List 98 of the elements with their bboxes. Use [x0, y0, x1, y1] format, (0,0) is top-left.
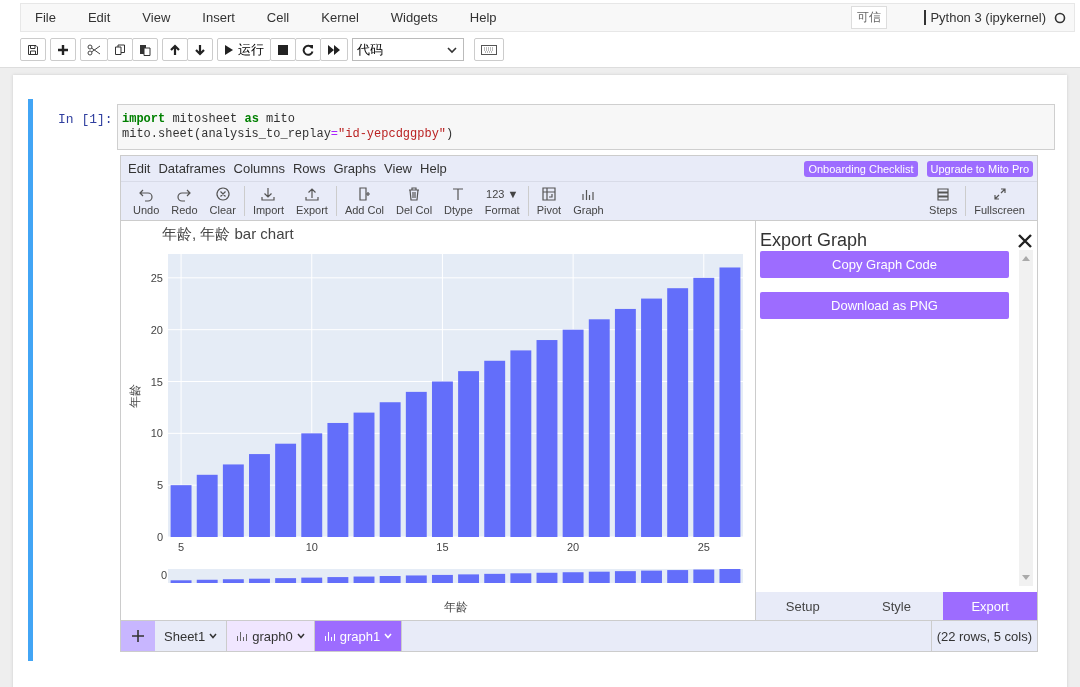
- range-slider[interactable]: [168, 569, 743, 583]
- menu-item[interactable]: Rows: [292, 161, 326, 176]
- table-icon: [540, 186, 557, 202]
- y-tick-label: 0: [156, 531, 163, 543]
- run-button[interactable]: 运行: [217, 38, 271, 61]
- x-tick-label: 15: [436, 541, 449, 553]
- kernel-status-icon: [1054, 11, 1066, 24]
- range-slider-label: 0: [160, 569, 167, 581]
- save-button[interactable]: [20, 38, 46, 61]
- add-column-icon: [356, 186, 373, 202]
- fast-forward-icon: [327, 43, 341, 56]
- menu-item[interactable]: Help: [469, 10, 497, 25]
- trusted-indicator[interactable]: 可信: [851, 6, 888, 29]
- code-line: mito.sheet(analysis_to_replay="id-yepcdggpby"): [122, 127, 455, 142]
- upload-icon: [303, 186, 320, 202]
- menu-item[interactable]: File: [35, 10, 56, 25]
- cell-type-select[interactable]: 代码: [352, 38, 464, 61]
- x-tick-label: 20: [567, 541, 580, 553]
- plus-icon: [57, 43, 69, 56]
- panel-tab[interactable]: Style: [849, 592, 944, 620]
- stack-icon: [935, 186, 952, 202]
- toolbar-button[interactable]: Redo: [165, 186, 204, 216]
- cut-button[interactable]: [80, 38, 108, 61]
- toolbar-button[interactable]: Dtype: [438, 186, 479, 216]
- menu-item[interactable]: Columns: [233, 161, 285, 176]
- code-line: import mitosheet as mito: [122, 112, 296, 127]
- toolbar-button[interactable]: Clear: [203, 186, 242, 216]
- x-tick-label: 5: [178, 541, 185, 553]
- menu-item[interactable]: Edit: [87, 10, 111, 25]
- menu-item[interactable]: Graphs: [333, 161, 377, 176]
- play-icon: [224, 43, 234, 56]
- copy-icon: [114, 43, 126, 56]
- x-axis-title: 年龄: [443, 600, 468, 614]
- save-icon: [27, 43, 39, 56]
- toolbar-button[interactable]: Del Col: [390, 186, 439, 216]
- caret-icon: [209, 633, 218, 639]
- stop-icon: [277, 43, 289, 56]
- caret-icon: [384, 633, 393, 639]
- stop-button[interactable]: [270, 38, 296, 61]
- refresh-icon: [302, 43, 314, 56]
- panel-tab[interactable]: Setup: [756, 592, 850, 620]
- panel-title: Export Graph: [760, 230, 868, 251]
- y-axis-title: 年龄: [128, 384, 142, 408]
- menu-item[interactable]: Edit: [128, 161, 151, 176]
- paste-icon: [139, 43, 151, 56]
- input-prompt: In [1]:: [57, 111, 114, 129]
- fast-forward-button[interactable]: [320, 38, 348, 61]
- menu-item[interactable]: View: [142, 10, 171, 25]
- x-tick-label: 25: [697, 541, 710, 553]
- toolbar-button[interactable]: Steps: [923, 186, 964, 216]
- restart-button[interactable]: [295, 38, 321, 61]
- bar-chart-icon: [323, 630, 336, 642]
- add-button[interactable]: [50, 38, 76, 61]
- move-up-button[interactable]: [162, 38, 188, 61]
- keyboard-icon: [481, 44, 497, 55]
- x-tick-label: 10: [305, 541, 318, 553]
- sheet-tab[interactable]: graph0: [227, 621, 315, 651]
- toolbar-button[interactable]: Add Col: [338, 186, 390, 216]
- download-icon: [260, 186, 277, 202]
- menu-item[interactable]: Help: [420, 161, 447, 176]
- toolbar-button[interactable]: Fullscreen: [968, 186, 1031, 216]
- menu-item[interactable]: Cell: [266, 10, 290, 25]
- toolbar-button[interactable]: Undo: [127, 186, 166, 216]
- toolbar-button[interactable]: 123 ▼ Format: [478, 186, 526, 216]
- arrow-down-icon: [194, 43, 206, 56]
- menu-item[interactable]: Dataframes: [158, 161, 226, 176]
- kernel-name: Python 3 (ipykernel): [924, 10, 1046, 25]
- toolbar-button[interactable]: Pivot: [530, 186, 568, 216]
- paste-button[interactable]: [132, 38, 158, 61]
- toolbar-button[interactable]: Export: [290, 186, 334, 216]
- menu-item[interactable]: Insert: [202, 10, 235, 25]
- menu-item[interactable]: View: [384, 161, 412, 176]
- add-sheet-button[interactable]: [121, 621, 155, 651]
- scissors-icon: [87, 43, 101, 56]
- close-icon[interactable]: [1017, 232, 1033, 249]
- expand-icon: [991, 186, 1008, 202]
- toolbar-button[interactable]: Import: [246, 186, 291, 216]
- y-tick-label: 25: [150, 271, 163, 284]
- menu-item[interactable]: Kernel: [321, 10, 359, 25]
- keyboard-button[interactable]: [474, 38, 504, 61]
- arrow-up-icon: [169, 43, 181, 56]
- toolbar-button[interactable]: Graph: [567, 186, 610, 216]
- plus-icon: [131, 629, 145, 643]
- y-tick-label: 20: [150, 323, 163, 336]
- y-tick-label: 5: [156, 479, 163, 492]
- copy-button[interactable]: [107, 38, 133, 61]
- move-down-button[interactable]: [187, 38, 213, 61]
- bar: [170, 485, 192, 537]
- y-tick-label: 15: [150, 375, 163, 388]
- menu-item[interactable]: Widgets: [390, 10, 438, 25]
- code-editor[interactable]: import mitosheet as mito mito.sheet(analysis_to_replay="id-yepcdggpby"): [117, 104, 1055, 150]
- caret-icon: [296, 633, 305, 639]
- y-tick-label: 10: [150, 427, 163, 440]
- clear-icon: [214, 186, 231, 202]
- caret-icon: [447, 45, 457, 54]
- sheet-size-status: (22 rows, 5 cols): [930, 621, 1037, 651]
- bar-chart-icon: [236, 630, 249, 642]
- chart-title: 年龄, 年龄 bar chart: [162, 225, 294, 242]
